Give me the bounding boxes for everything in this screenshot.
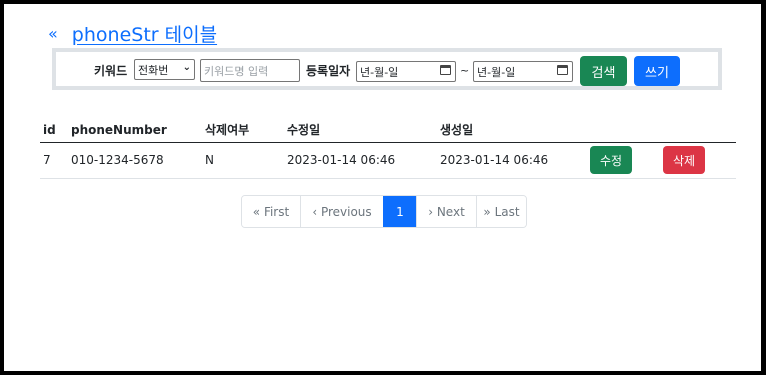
page-frame: « phoneStr 테이블 키워드 전화번 ⌄ 키워드명 입력 등록일자 년-…: [4, 4, 761, 371]
search-bar: 키워드 전화번 ⌄ 키워드명 입력 등록일자 년-월-일 ~ 년-월-일 검색 …: [52, 48, 722, 90]
page-title-link[interactable]: phoneStr 테이블: [72, 20, 217, 47]
keyword-select[interactable]: 전화번 ⌄: [134, 59, 195, 80]
cell-delete: 삭제: [663, 142, 736, 179]
pagination-previous[interactable]: ‹ Previous: [300, 196, 383, 227]
cell-id: 7: [40, 142, 68, 179]
date-to-placeholder: 년-월-일: [477, 65, 516, 79]
page-header: « phoneStr 테이블: [48, 20, 217, 47]
calendar-icon[interactable]: [557, 65, 568, 75]
cell-updated: 2023-01-14 06:46: [284, 142, 437, 179]
pagination-first[interactable]: « First: [242, 196, 300, 227]
write-button[interactable]: 쓰기: [634, 56, 680, 86]
date-to-input[interactable]: 년-월-일: [473, 61, 573, 82]
cell-edit: 수정: [590, 142, 663, 179]
column-header-updated: 수정일: [284, 118, 437, 143]
edit-button[interactable]: 수정: [590, 146, 632, 174]
calendar-icon[interactable]: [440, 65, 451, 75]
search-button[interactable]: 검색: [580, 56, 627, 86]
delete-button[interactable]: 삭제: [663, 146, 705, 174]
cell-deleted: N: [202, 142, 284, 179]
column-header-delete: [663, 118, 736, 143]
chevron-down-icon: ⌄: [182, 62, 191, 73]
pagination-next[interactable]: › Next: [416, 196, 476, 227]
keyword-input[interactable]: 키워드명 입력: [200, 59, 300, 82]
column-header-id: id: [40, 118, 68, 143]
date-from-placeholder: 년-월-일: [360, 65, 399, 79]
column-header-deleted: 삭제여부: [202, 118, 284, 143]
cell-created: 2023-01-14 06:46: [437, 142, 590, 179]
data-table: id phoneNumber 삭제여부 수정일 생성일 7 010-1234-5…: [40, 118, 736, 179]
back-icon[interactable]: «: [48, 24, 58, 43]
table-header-row: id phoneNumber 삭제여부 수정일 생성일: [40, 118, 736, 143]
keyword-input-placeholder: 키워드명 입력: [204, 64, 269, 78]
pagination-last[interactable]: » Last: [476, 196, 526, 227]
pagination-page-1[interactable]: 1: [383, 196, 416, 227]
cell-phone-number: 010-1234-5678: [68, 142, 202, 179]
date-label: 등록일자: [306, 64, 351, 78]
column-header-phone-number: phoneNumber: [68, 118, 202, 143]
keyword-select-value: 전화번: [138, 63, 169, 77]
table-row: 7 010-1234-5678 N 2023-01-14 06:46 2023-…: [40, 142, 736, 179]
column-header-edit: [590, 118, 663, 143]
pagination: « First ‹ Previous 1 › Next » Last: [241, 195, 527, 228]
column-header-created: 생성일: [437, 118, 590, 143]
keyword-label: 키워드: [94, 64, 128, 78]
date-from-input[interactable]: 년-월-일: [356, 61, 456, 82]
date-separator: ~: [460, 64, 470, 77]
